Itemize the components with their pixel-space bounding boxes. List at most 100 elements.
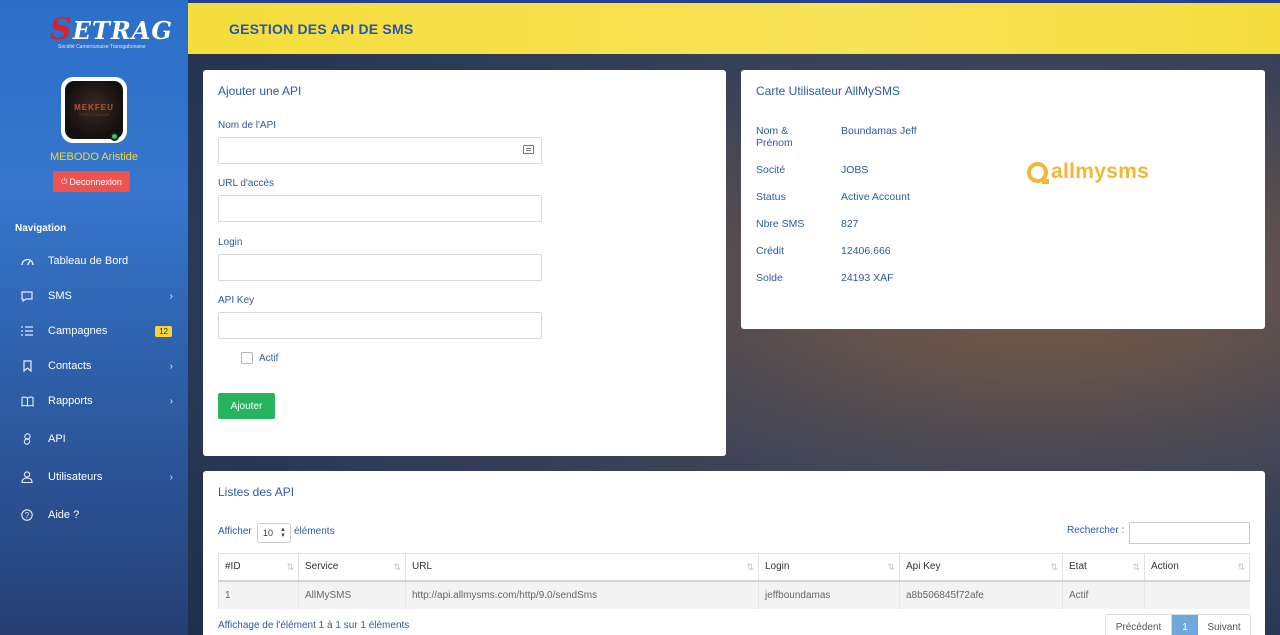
sort-icon: ⇅ [393,562,400,572]
info-key-balance: Solde [756,272,783,284]
sidebar-item-label: Utilisateurs [48,471,103,483]
logout-button[interactable]: ⏻ Deconnexion [53,171,130,192]
api-key-label: API Key [218,295,255,306]
info-value-balance: 24193 XAF [841,272,894,284]
cell-etat: Actif [1062,580,1145,609]
api-name-label: Nom de l'API [218,120,277,131]
search-label: Rechercher : [1067,525,1125,536]
avatar[interactable]: MEKFEU STREET ALBUM [61,77,127,143]
cell-action[interactable] [1144,580,1250,609]
allmysms-wordmark: allmysms [1051,160,1150,183]
book-icon [20,394,34,408]
api-login-input[interactable] [218,254,542,281]
add-api-title: Ajouter une API [218,84,302,98]
online-status-dot [110,132,119,141]
sidebar-item-label: Contacts [48,360,92,372]
sidebar-item-sms[interactable]: SMS › [0,284,188,308]
logo-wordmark: SETRAG [50,12,173,47]
cell-login: jeffboundamas [758,580,900,609]
active-checkbox[interactable] [241,352,253,364]
power-icon: ⏻ [61,176,68,186]
bookmark-icon [20,359,34,373]
info-key-status: Status [756,191,786,203]
active-checkbox-label: Actif [259,353,279,364]
sidebar-item-utilisateurs[interactable]: Utilisateurs › [0,465,188,489]
chevron-right-icon: › [169,290,173,302]
sidebar-item-contacts[interactable]: Contacts › [0,354,188,378]
list-icon [20,324,34,338]
column-header-etat[interactable]: Etat ⇅ [1062,553,1145,582]
page-size-select[interactable]: 10 ▲ ▼ [257,523,291,543]
logo-tagline: Société Camerounaise Transgabonaise [58,44,146,50]
pagination-page-1[interactable]: 1 [1172,615,1198,635]
cell-api-key: a8b506845f72afe [899,580,1063,609]
nav-title: Navigation [15,223,67,234]
info-key-credit: Crédit [756,245,785,257]
chat-icon [20,289,34,303]
api-url-input[interactable] [218,195,542,222]
api-list-card: Listes des API Afficher 10 ▲ ▼ éléments R… [203,471,1265,635]
select-arrows-icon: ▲ ▼ [280,527,286,539]
chevron-right-icon: › [169,471,173,483]
sidebar-item-label: Aide ? [48,509,80,521]
table-header-row: #ID ⇅ Service ⇅ URL ⇅ Login ⇅ Api Key ⇅ Etat ⇅… [218,553,1250,582]
api-login-label: Login [218,237,243,248]
column-header-id[interactable]: #ID ⇅ [218,553,299,582]
logout-label: Deconnexion [69,176,122,187]
sidebar-item-dashboard[interactable]: Tableau de Bord [0,249,188,273]
info-value-sms-count: 827 [841,218,859,230]
column-header-api-key[interactable]: Api Key ⇅ [899,553,1063,582]
page-title: GESTION DES API DE SMS [229,21,414,37]
avatar-text: MEKFEU [74,103,114,112]
pagination-next[interactable]: Suivant [1198,615,1250,635]
contact-card-icon [523,145,534,154]
user-card-title: Carte Utilisateur AllMySMS [756,84,901,98]
pagination-previous[interactable]: Précédent [1106,615,1172,635]
sort-icon: ⇅ [1237,562,1244,572]
cell-service: AllMySMS [298,580,406,609]
page-header: GESTION DES API DE SMS [188,0,1280,54]
info-key-company: Socité [756,164,786,176]
add-api-button[interactable]: Ajouter [218,393,275,419]
api-table: #ID ⇅ Service ⇅ URL ⇅ Login ⇅ Api Key ⇅ Etat ⇅… [218,553,1250,609]
info-value-name: Boundamas Jeff [841,125,917,137]
api-name-input[interactable] [218,137,542,164]
info-value-company: JOBS [841,164,869,176]
user-name: MEBODO Aristide [49,151,139,163]
avatar-subtext: STREET ALBUM [78,112,110,117]
user-card: Carte Utilisateur AllMySMS Nom & Prénom … [741,70,1265,329]
allmysms-logo: allmysms [1027,160,1149,184]
sidebar-item-label: Tableau de Bord [48,255,129,267]
info-key-sms-count: Nbre SMS [756,218,805,230]
sidebar-item-aide[interactable]: ? Aide ? [0,503,188,527]
sidebar-item-label: Campagnes [48,325,108,337]
sidebar-item-rapports[interactable]: Rapports › [0,389,188,413]
sidebar-item-api[interactable]: API [0,427,188,451]
table-row[interactable]: 1 AllMySMS http://api.allmysms.com/http/… [218,580,1250,609]
sidebar-item-label: SMS [48,290,72,302]
column-header-url[interactable]: URL ⇅ [405,553,759,582]
cell-id: 1 [218,580,299,609]
setrag-logo[interactable]: SETRAG Société Camerounaise Transgabonai… [44,8,172,54]
campaign-count-badge: 12 [155,325,172,337]
page-size-prefix: Afficher [218,526,252,537]
sidebar-item-label: Rapports [48,395,93,407]
column-header-login[interactable]: Login ⇅ [758,553,900,582]
sort-icon: ⇅ [746,562,753,572]
api-key-input[interactable] [218,312,542,339]
info-key-name: Nom & Prénom [756,125,793,149]
sidebar-item-label: API [48,433,66,445]
pagination: Précédent 1 Suivant [1105,614,1251,635]
sort-icon: ⇅ [887,562,894,572]
column-header-action[interactable]: Action ⇅ [1144,553,1250,582]
search-input[interactable] [1129,522,1250,544]
dashboard-icon [20,254,34,268]
svg-text:?: ? [25,511,30,520]
page-size-suffix: éléments [294,526,335,537]
column-header-service[interactable]: Service ⇅ [298,553,406,582]
chevron-right-icon: › [169,395,173,407]
sidebar: SETRAG Société Camerounaise Transgabonai… [0,0,188,635]
allmysms-mark-icon [1027,161,1049,184]
sidebar-item-campagnes[interactable]: Campagnes 12 [0,319,188,343]
add-api-card: Ajouter une API Nom de l'API URL d'accès… [203,70,726,456]
